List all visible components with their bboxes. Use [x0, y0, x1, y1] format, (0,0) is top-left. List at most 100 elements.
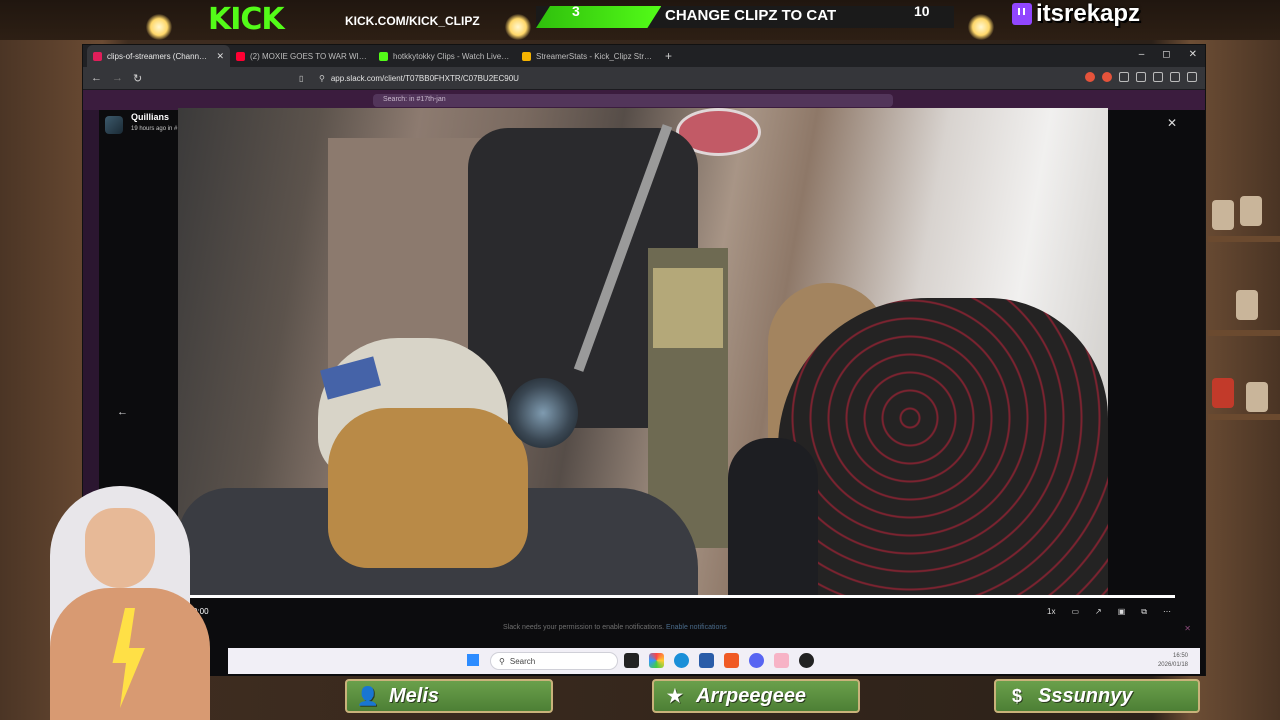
- obs-icon[interactable]: [799, 653, 814, 668]
- extensions-area: [1085, 72, 1197, 82]
- kick-logo: KICK: [208, 2, 285, 37]
- clock-time: 16:50: [1172, 653, 1188, 659]
- avatar-face: [85, 508, 155, 588]
- jar: [1212, 200, 1234, 230]
- colorful-app-icon[interactable]: [649, 653, 664, 668]
- video-progress-bar[interactable]: [183, 595, 1175, 598]
- maximize-button[interactable]: ◻: [1162, 49, 1170, 60]
- shelf: [1208, 414, 1280, 420]
- playback-speed-button[interactable]: 1x: [1047, 607, 1055, 617]
- enable-notifications-link[interactable]: Enable notifications: [666, 624, 727, 631]
- jar: [1212, 378, 1234, 408]
- address-bar: ← → ↻ ▯ ⚲ app.slack.com/client/T07BB0FHX…: [83, 67, 1205, 89]
- new-tab-button[interactable]: +: [665, 49, 672, 63]
- brave-shield-icon[interactable]: [1085, 72, 1095, 82]
- tab-kick[interactable]: hotkkytokky Clips - Watch Live on K: [373, 45, 516, 67]
- task-view-icon[interactable]: [624, 653, 639, 668]
- taskbar-apps: [624, 653, 814, 668]
- nameplate-follower: 👤 Melis: [345, 679, 553, 713]
- jar: [1246, 382, 1268, 412]
- crouching-person: [728, 438, 818, 598]
- tab-slack[interactable]: clips-of-streamers (Channel) - K ✕: [87, 45, 230, 67]
- extensions-icon[interactable]: [1119, 72, 1129, 82]
- clock-date: 2026/01/18: [1157, 662, 1188, 668]
- forward-icon[interactable]: →: [112, 72, 123, 84]
- tab-label: StreamerStats - Kick_Clipz Stream Br: [536, 51, 653, 61]
- person-icon: 👤: [356, 685, 380, 706]
- fullscreen-icon[interactable]: ⧉: [1141, 607, 1147, 617]
- close-tab-icon[interactable]: ✕: [216, 51, 224, 62]
- page-viewport: Search: in #17th-jan Quillians 19 hours …: [83, 90, 1205, 676]
- sidebar-icon[interactable]: [1153, 72, 1163, 82]
- slack-search-input[interactable]: Search: in #17th-jan: [373, 94, 893, 107]
- tab-label: clips-of-streamers (Channel) - K: [107, 51, 212, 61]
- shelf: [1208, 330, 1280, 336]
- goal-target: 10: [914, 3, 930, 19]
- jar: [1236, 290, 1258, 320]
- captions-icon[interactable]: ▭: [1071, 607, 1079, 617]
- overlay-top-bar: KICK KICK.COM/KICK_CLIPZ 3 CHANGE CLIPZ …: [0, 0, 1280, 40]
- lightbulb-icon: [146, 14, 172, 40]
- reload-icon[interactable]: ↻: [133, 72, 142, 85]
- lightbulb-icon: [968, 14, 994, 40]
- discord-icon[interactable]: [749, 653, 764, 668]
- menu-icon[interactable]: [1187, 72, 1197, 82]
- tab-youtube[interactable]: (2) MOXIE GOES TO WAR WITH ICE: [230, 45, 373, 67]
- uploader-name[interactable]: Quillians: [131, 112, 169, 122]
- site-info-icon[interactable]: ⚲: [319, 74, 325, 83]
- pink-app-icon[interactable]: [774, 653, 789, 668]
- lightbulb-icon: [505, 14, 531, 40]
- video-frame[interactable]: [178, 108, 1108, 598]
- brave-rewards-icon[interactable]: [1102, 72, 1112, 82]
- close-viewer-icon[interactable]: ✕: [1167, 116, 1177, 130]
- browser-window: clips-of-streamers (Channel) - K ✕ (2) M…: [82, 44, 1206, 676]
- patterned-jacket: [778, 298, 1108, 598]
- more-options-icon[interactable]: ⋯: [1163, 607, 1171, 617]
- edge-icon[interactable]: [674, 653, 689, 668]
- close-window-button[interactable]: ✕: [1189, 49, 1197, 60]
- url-text: app.slack.com/client/T07BB0FHXTR/C07BU2E…: [330, 74, 519, 83]
- brave-icon[interactable]: [724, 653, 739, 668]
- slack-icon: [93, 51, 102, 61]
- goal-text: CHANGE CLIPZ TO CAT: [665, 7, 837, 24]
- open-external-icon[interactable]: ↗: [1095, 607, 1102, 617]
- nameplate-label: Arrpeegeee: [696, 684, 807, 707]
- twitch-icon: [1012, 3, 1032, 25]
- taskbar-clock[interactable]: 16:50 2026/01/18: [1158, 652, 1188, 670]
- nameplate-label: Sssunnyy: [1038, 684, 1133, 707]
- store-icon[interactable]: [699, 653, 714, 668]
- avatar[interactable]: [105, 116, 123, 134]
- url-field[interactable]: ▯ ⚲ app.slack.com/client/T07BB0FHXTR/C07…: [299, 71, 911, 86]
- wallet-icon[interactable]: [1170, 72, 1180, 82]
- previous-arrow-icon[interactable]: ←: [117, 406, 128, 418]
- nameplate-subscriber: ★ Arrpeegeee: [652, 679, 860, 713]
- kick-icon: [379, 51, 388, 61]
- bookmark-icon[interactable]: ▯: [299, 74, 303, 83]
- star-icon: ★: [666, 685, 684, 706]
- notification-banner: Slack needs your permission to enable no…: [503, 624, 727, 631]
- stream-overlay: KICK KICK.COM/KICK_CLIPZ 3 CHANGE CLIPZ …: [0, 0, 1280, 720]
- twitch-handle-badge: itsrekapz: [1012, 0, 1140, 28]
- media-icon[interactable]: [1136, 72, 1146, 82]
- vtuber-avatar: [10, 478, 240, 720]
- notification-text: Slack needs your permission to enable no…: [503, 624, 665, 631]
- nameplate-label: Melis: [389, 684, 440, 707]
- windows-start-icon[interactable]: [467, 654, 479, 666]
- minimize-button[interactable]: –: [1139, 49, 1145, 60]
- pip-icon[interactable]: ▣: [1118, 607, 1126, 617]
- tab-streamerstats[interactable]: StreamerStats - Kick_Clipz Stream Br: [516, 45, 659, 67]
- goal-progress-fill: [536, 6, 661, 28]
- tab-bar: clips-of-streamers (Channel) - K ✕ (2) M…: [83, 45, 1205, 67]
- taskbar-search-label: Search: [509, 656, 536, 666]
- tactical-vest: [653, 268, 723, 348]
- taskbar-search[interactable]: ⚲ Search: [490, 652, 618, 670]
- tab-label: (2) MOXIE GOES TO WAR WITH ICE: [250, 51, 367, 61]
- tab-label: hotkkytokky Clips - Watch Live on K: [393, 51, 510, 61]
- close-notification-icon[interactable]: ✕: [1184, 624, 1191, 633]
- back-icon[interactable]: ←: [91, 72, 102, 84]
- stats-icon: [522, 51, 531, 61]
- window-controls: – ◻ ✕: [1139, 49, 1197, 60]
- slack-topbar: Search: in #17th-jan: [83, 90, 1205, 110]
- youtube-icon: [236, 51, 245, 61]
- kick-url: KICK.COM/KICK_CLIPZ: [345, 14, 480, 28]
